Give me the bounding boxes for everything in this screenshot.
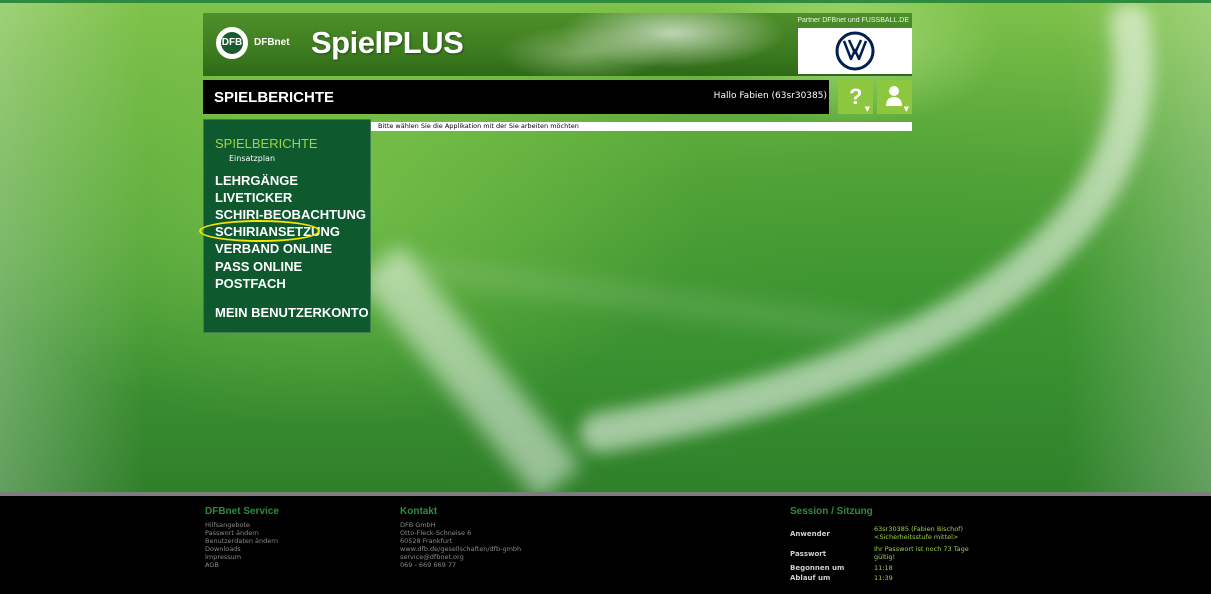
nav-item-spielberichte[interactable]: SPIELBERICHTE: [215, 136, 318, 151]
vw-logo-box[interactable]: [798, 28, 912, 74]
help-icon: ?: [849, 84, 863, 109]
user-menu-button[interactable]: ▼: [877, 80, 912, 114]
session-expires-value: 11:39: [874, 574, 893, 582]
session-user-label: Anwender: [790, 530, 830, 538]
page-title: SPIELBERICHTE: [214, 89, 335, 106]
chevron-down-icon: ▼: [864, 105, 870, 113]
footer-link-passwort-aendern[interactable]: Passwort ändern: [205, 529, 278, 537]
session-expires-label: Ablauf um: [790, 574, 831, 582]
footer-link-downloads[interactable]: Downloads: [205, 545, 278, 553]
footer-link-agb[interactable]: AGB: [205, 561, 278, 569]
nav-item-lehrgaenge[interactable]: LEHRGÄNGE: [215, 173, 298, 188]
contact-street: Otto-Fleck-Schneise 6: [400, 529, 472, 537]
session-user-value: 63sr30385 (Fabien Bischof): [874, 525, 963, 533]
contact-phone: 069 - 669 669 77: [400, 561, 457, 569]
dfb-logo[interactable]: DFB: [216, 27, 248, 59]
info-message: Bitte wählen Sie die Applikation mit der…: [378, 122, 579, 130]
footer-session-heading: Session / Sitzung: [790, 506, 873, 517]
partner-text: Partner DFBnet und FUSSBALL.DE: [797, 17, 909, 24]
footer-link-benutzerdaten-aendern[interactable]: Benutzerdaten ändern: [205, 537, 278, 545]
field-vignette: [0, 3, 1211, 493]
dfbnet-label: DFBnet: [254, 37, 290, 48]
help-button[interactable]: ? ▼: [838, 80, 873, 114]
product-title: SpielPLUS: [311, 25, 464, 60]
user-greeting: Hallo Fabien (63sr30385): [713, 91, 827, 101]
vw-logo-icon: [835, 31, 875, 71]
footer-link-impressum[interactable]: Impressum: [205, 553, 278, 561]
nav-item-mein-benutzerkonto[interactable]: MEIN BENUTZERKONTO: [215, 305, 369, 320]
contact-email-link[interactable]: service@dfbnet.org: [400, 553, 521, 561]
info-message-bar: Bitte wählen Sie die Applikation mit der…: [371, 122, 912, 131]
nav-item-postfach[interactable]: POSTFACH: [215, 276, 286, 291]
nav-subitem-einsatzplan[interactable]: Einsatzplan: [229, 154, 275, 163]
highlight-annotation: [199, 220, 320, 242]
session-started-value: 11:18: [874, 564, 893, 572]
session-started-label: Begonnen um: [790, 564, 845, 572]
nav-item-verband-online[interactable]: VERBAND ONLINE: [215, 241, 332, 256]
header-banner: DFB DFBnet SpielPLUS Partner DFBnet und …: [203, 13, 912, 76]
chevron-down-icon: ▼: [903, 105, 909, 113]
contact-city: 60528 Frankfurt: [400, 537, 453, 545]
footer: DFBnet Service Hilfsangebote Passwort än…: [0, 496, 1211, 594]
dfb-logo-text: DFB: [221, 32, 243, 54]
session-password-notice-2: gültig!: [874, 553, 896, 561]
footer-contact-heading: Kontakt: [400, 506, 438, 517]
app-title-bar: SPIELBERICHTE Hallo Fabien (63sr30385): [203, 80, 829, 114]
contact-website-link[interactable]: www.dfb.de/gesellschaften/dfb-gmbh: [400, 545, 521, 553]
nav-item-liveticker[interactable]: LIVETICKER: [215, 190, 292, 205]
footer-contact-details: DFB GmbH Otto-Fleck-Schneise 6 60528 Fra…: [400, 521, 521, 569]
nav-item-pass-online[interactable]: PASS ONLINE: [215, 259, 302, 274]
session-password-notice: Ihr Passwort ist noch 73 Tage: [874, 545, 969, 553]
footer-service-links: Hilfsangebote Passwort ändern Benutzerda…: [205, 521, 278, 569]
footer-service-heading: DFBnet Service: [205, 506, 279, 517]
session-password-label: Passwort: [790, 550, 827, 558]
footer-link-hilfsangebote[interactable]: Hilfsangebote: [205, 521, 278, 529]
session-security-level: <Sicherheitsstufe mittel>: [874, 533, 959, 541]
contact-company: DFB GmbH: [400, 521, 436, 529]
